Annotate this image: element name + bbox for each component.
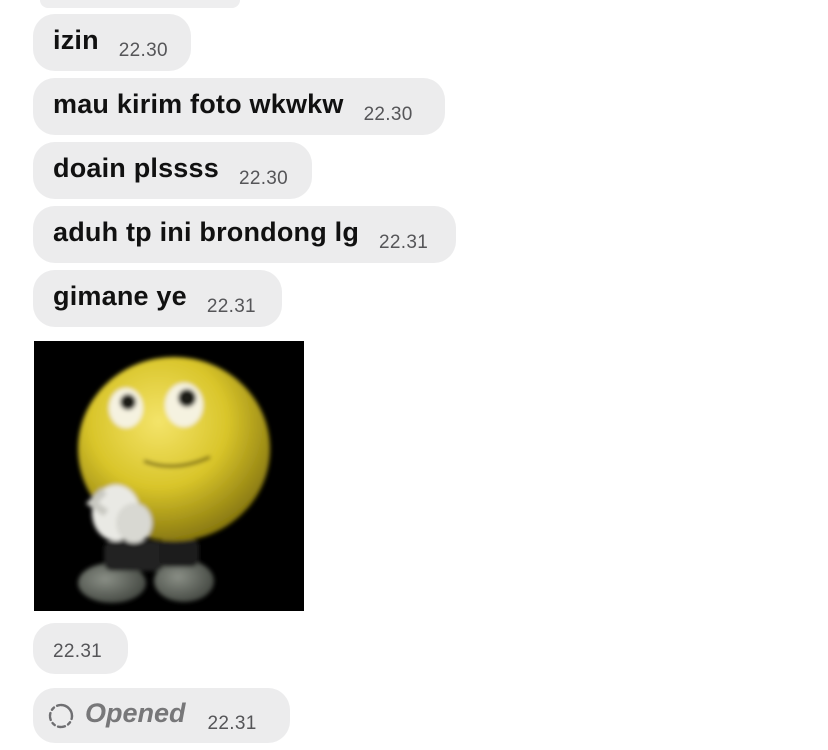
thinking-emoji-image	[78, 357, 270, 603]
photo-time: 22.31	[53, 640, 103, 662]
chat-thread: izin 22.30 mau kirim foto wkwkw 22.30 do…	[0, 0, 828, 750]
photo-time-bubble: 22.31	[33, 623, 128, 674]
message-bubble[interactable]: doain plssss 22.30	[33, 142, 312, 199]
message-time: 22.30	[363, 103, 413, 125]
message-text: aduh tp ini brondong lg	[53, 217, 360, 247]
message-bubble[interactable]: gimane ye 22.31	[33, 270, 282, 327]
message-text: doain plssss	[53, 153, 219, 183]
message-bubble[interactable]: aduh tp ini brondong lg 22.31	[33, 206, 456, 263]
photo-message[interactable]	[34, 341, 304, 611]
opened-status-bubble: Opened 22.31	[33, 688, 290, 743]
previous-message-edge	[40, 0, 240, 8]
message-time: 22.31	[206, 295, 256, 317]
message-bubble[interactable]: izin 22.30	[33, 14, 191, 71]
message-text: izin	[53, 25, 99, 55]
message-text: mau kirim foto wkwkw	[53, 89, 344, 119]
message-text: gimane ye	[53, 281, 187, 311]
message-bubble[interactable]: mau kirim foto wkwkw 22.30	[33, 78, 445, 135]
opened-time: 22.31	[207, 712, 257, 734]
message-time: 22.31	[379, 231, 429, 253]
message-time: 22.30	[238, 167, 289, 189]
message-time: 22.30	[118, 39, 168, 61]
opened-circle-icon	[47, 702, 75, 730]
opened-label: Opened	[85, 698, 186, 728]
